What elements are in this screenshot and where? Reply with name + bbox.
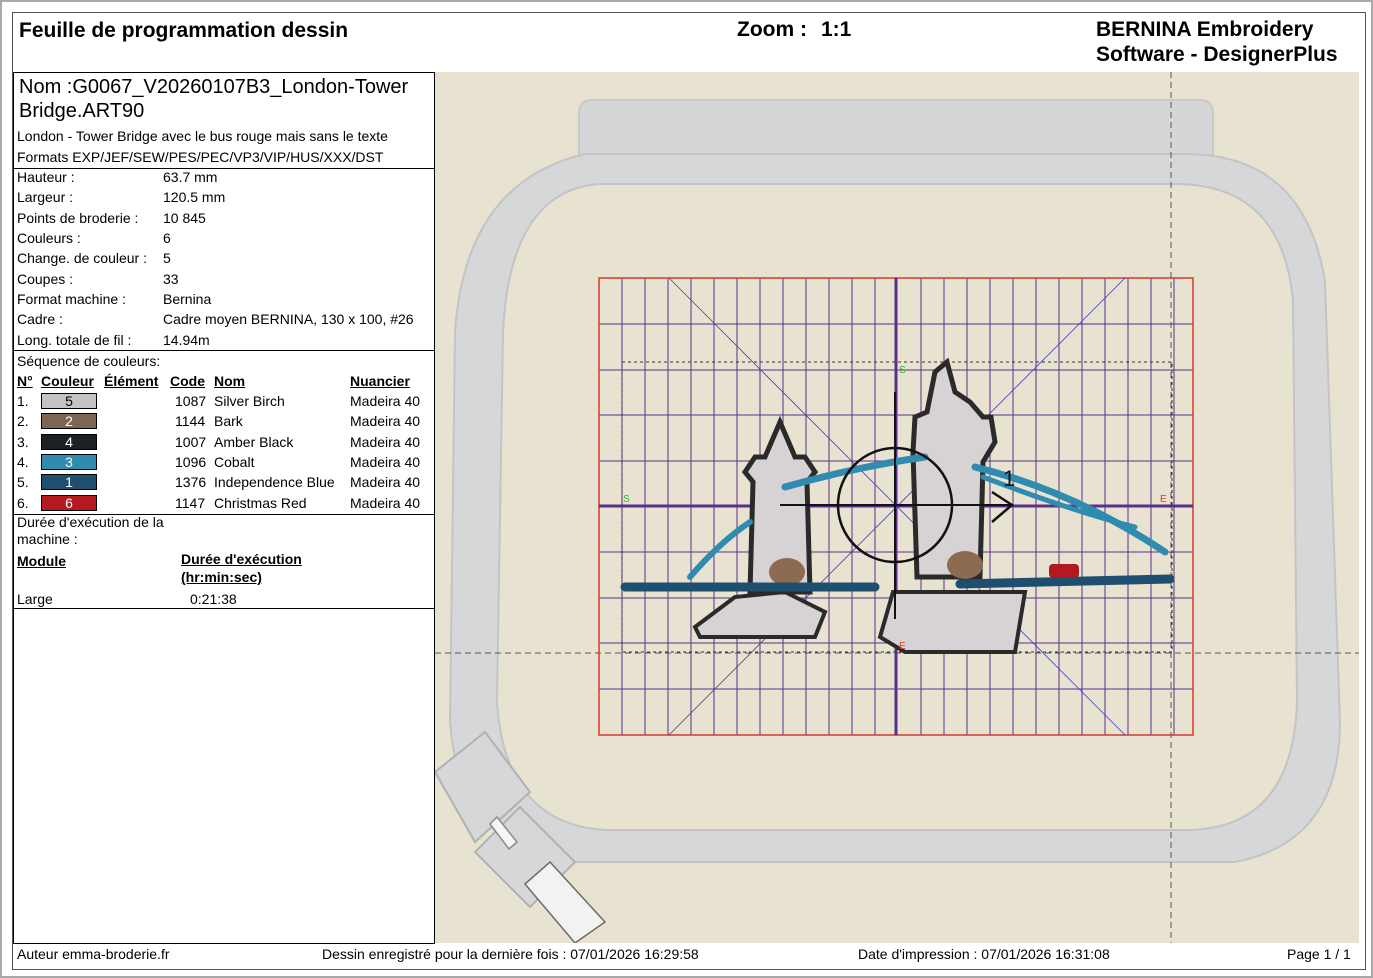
footer-saved: Dessin enregistré pour la dernière fois … bbox=[322, 946, 699, 962]
property-value: Cadre moyen BERNINA, 130 x 100, #26 bbox=[163, 311, 414, 327]
end-marker-bottom: E bbox=[899, 641, 906, 652]
col-header-module: Module bbox=[17, 553, 66, 569]
divider bbox=[14, 608, 434, 609]
color-row: 1. 5 1087 Silver Birch Madeira 40 bbox=[14, 393, 434, 413]
property-value: 10 845 bbox=[163, 210, 206, 226]
start-marker-top: S bbox=[899, 365, 906, 376]
property-label: Format machine : bbox=[17, 291, 126, 307]
thread-name: Bark bbox=[214, 413, 243, 429]
col-header-no: N° bbox=[17, 373, 33, 389]
col-header-duration-unit: (hr:min:sec) bbox=[181, 569, 262, 585]
thread-chart: Madeira 40 bbox=[350, 393, 421, 409]
thread-code: 1087 bbox=[175, 393, 207, 409]
property-label: Long. totale de fil : bbox=[17, 332, 132, 348]
color-row: 4. 3 1096 Cobalt Madeira 40 bbox=[14, 454, 434, 474]
color-swatch: 5 bbox=[41, 393, 97, 409]
property-label: Hauteur : bbox=[17, 169, 75, 185]
col-header-name: Nom bbox=[214, 373, 246, 389]
property-value: 14.94m bbox=[163, 332, 210, 348]
footer-printed: Date d'impression : 07/01/2026 16:31:08 bbox=[858, 946, 1110, 962]
col-header-element: Élément bbox=[104, 373, 159, 389]
thread-code: 1007 bbox=[175, 434, 207, 450]
color-row: 2. 2 1144 Bark Madeira 40 bbox=[14, 413, 434, 433]
design-name: Nom :G0067_V20260107B3_London-Tower Brid… bbox=[19, 76, 409, 122]
design-description: London - Tower Bridge avec le bus rouge … bbox=[17, 128, 388, 144]
color-index: 2. bbox=[17, 413, 29, 429]
col-header-chart: Nuancier bbox=[350, 373, 410, 389]
color-swatch: 3 bbox=[41, 454, 97, 470]
property-value: Bernina bbox=[163, 291, 212, 307]
color-swatch: 6 bbox=[41, 495, 97, 511]
duration-value: 0:21:38 bbox=[190, 591, 237, 607]
property-label: Largeur : bbox=[17, 189, 74, 205]
preview-svg: 1 S E S E bbox=[435, 72, 1359, 943]
divider bbox=[14, 168, 434, 169]
color-index: 6. bbox=[17, 495, 29, 511]
thread-chart: Madeira 40 bbox=[350, 474, 421, 490]
thread-code: 1376 bbox=[175, 474, 207, 490]
thread-chart: Madeira 40 bbox=[350, 413, 421, 429]
thread-name: Silver Birch bbox=[214, 393, 285, 409]
col-header-duration: Durée d'exécution bbox=[181, 551, 302, 567]
thread-chart: Madeira 40 bbox=[350, 495, 421, 511]
property-value: 5 bbox=[163, 250, 171, 266]
hoop-screw-handle bbox=[523, 860, 607, 943]
design-preview: 1 S E S E bbox=[435, 72, 1359, 943]
property-label: Change. de couleur : bbox=[17, 250, 147, 266]
color-index: 1. bbox=[17, 393, 29, 409]
divider bbox=[14, 350, 434, 351]
right-tower-arch bbox=[947, 551, 983, 579]
runtime-title-2: machine : bbox=[17, 531, 78, 547]
color-index: 4. bbox=[17, 454, 29, 470]
left-tower-arch bbox=[769, 558, 805, 586]
property-value: 33 bbox=[163, 271, 179, 287]
thread-code: 1096 bbox=[175, 454, 207, 470]
thread-name: Cobalt bbox=[214, 454, 255, 470]
sheet-title: Feuille de programmation dessin bbox=[19, 19, 349, 42]
deck-right bbox=[955, 574, 1175, 589]
hoop bbox=[435, 99, 1342, 943]
start-marker-left: S bbox=[623, 494, 630, 505]
property-value: 63.7 mm bbox=[163, 169, 218, 185]
red-bus bbox=[1049, 564, 1079, 578]
col-header-color: Couleur bbox=[41, 373, 94, 389]
property-value: 6 bbox=[163, 230, 171, 246]
color-row: 5. 1 1376 Independence Blue Madeira 40 bbox=[14, 474, 434, 494]
color-swatch: 1 bbox=[41, 474, 97, 490]
col-header-code: Code bbox=[170, 373, 205, 389]
design-info-panel: Nom :G0067_V20260107B3_London-Tower Brid… bbox=[13, 72, 435, 944]
color-row: 6. 6 1147 Christmas Red Madeira 40 bbox=[14, 495, 434, 515]
footer-page: Page 1 / 1 bbox=[1287, 946, 1351, 962]
thread-name: Independence Blue bbox=[214, 474, 335, 490]
zoom-label: Zoom : bbox=[737, 18, 807, 41]
color-swatch: 2 bbox=[41, 413, 97, 429]
brand-label: BERNINA Embroidery Software - DesignerPl… bbox=[1096, 17, 1338, 67]
property-label: Coupes : bbox=[17, 271, 74, 287]
thread-code: 1147 bbox=[175, 495, 206, 511]
thread-name: Amber Black bbox=[214, 434, 294, 450]
brand-line-2: Software - DesignerPlus bbox=[1096, 43, 1338, 66]
thread-chart: Madeira 40 bbox=[350, 434, 421, 450]
end-marker-right: E bbox=[1160, 494, 1167, 505]
brand-line-1: BERNINA Embroidery bbox=[1096, 18, 1314, 41]
property-label: Points de broderie : bbox=[17, 210, 139, 226]
color-row: 3. 4 1007 Amber Black Madeira 40 bbox=[14, 434, 434, 454]
thread-chart: Madeira 40 bbox=[350, 454, 421, 470]
runtime-title: Durée d'exécution de la bbox=[17, 514, 164, 530]
zoom-value: 1:1 bbox=[820, 18, 852, 41]
color-index: 5. bbox=[17, 474, 29, 490]
design-formats: Formats EXP/JEF/SEW/PES/PEC/VP3/VIP/HUS/… bbox=[17, 149, 384, 165]
property-value: 120.5 mm bbox=[163, 189, 226, 205]
thread-code: 1144 bbox=[175, 413, 206, 429]
color-index: 3. bbox=[17, 434, 29, 450]
color-sequence-title: Séquence de couleurs: bbox=[17, 353, 161, 369]
footer-author: Auteur emma-broderie.fr bbox=[17, 946, 170, 962]
zoom-indicator: Zoom : 1:1 bbox=[737, 18, 851, 42]
module-value: Large bbox=[17, 591, 53, 607]
color-swatch: 4 bbox=[41, 434, 97, 450]
thread-name: Christmas Red bbox=[214, 495, 307, 511]
property-label: Cadre : bbox=[17, 311, 63, 327]
sequence-label: 1 bbox=[1003, 466, 1015, 491]
property-label: Couleurs : bbox=[17, 230, 81, 246]
